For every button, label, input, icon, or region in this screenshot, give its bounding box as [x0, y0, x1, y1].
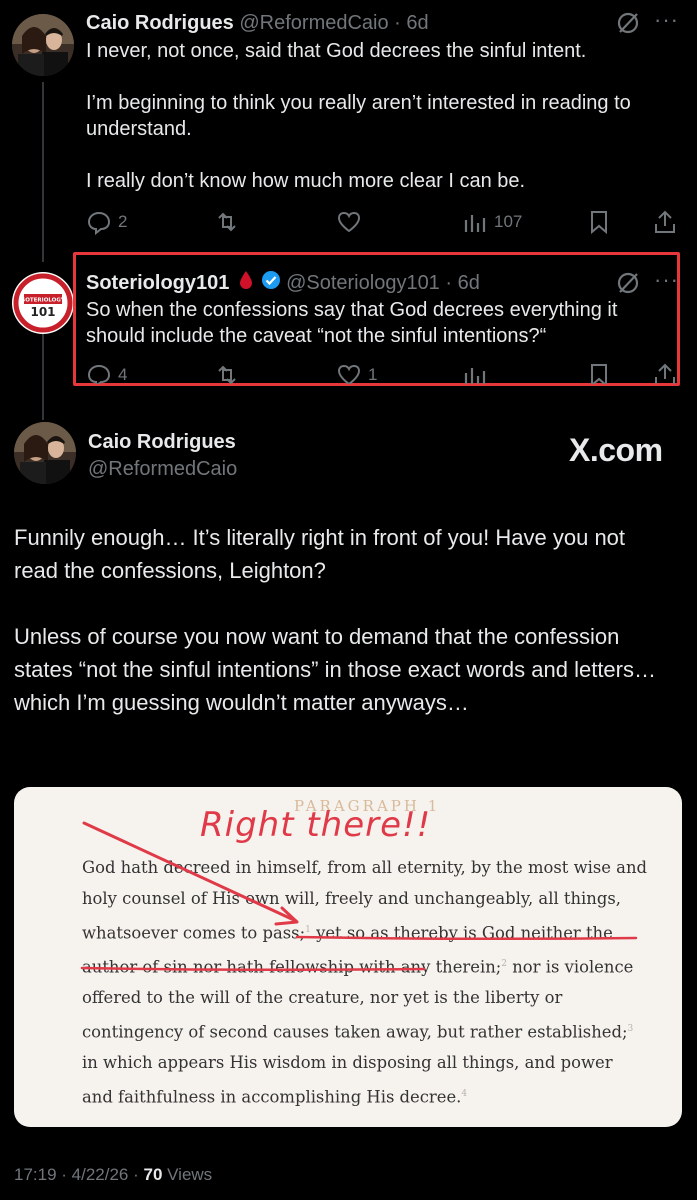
author-name[interactable]: Soteriology101	[86, 272, 229, 294]
author-handle[interactable]: @ReformedCaio · 6d	[239, 12, 428, 34]
retweet-icon	[218, 365, 236, 384]
grok-icon[interactable]	[615, 270, 641, 296]
main-tweet-text: Funnily enough… It’s literally right in …	[14, 521, 674, 719]
share-icon	[655, 363, 675, 384]
like-button[interactable]: 1	[336, 360, 377, 384]
views-button[interactable]: 107	[462, 207, 522, 237]
views-button[interactable]	[462, 360, 488, 384]
reply-icon	[87, 211, 111, 235]
thread-line	[42, 332, 44, 420]
xcom-watermark: X.com	[569, 432, 663, 468]
views-count: 107	[494, 212, 523, 231]
share-button[interactable]	[652, 207, 678, 237]
annotation-overlay	[80, 821, 638, 972]
retweet-icon	[218, 212, 236, 232]
author-handle[interactable]: @Soteriology101 · 6d	[286, 272, 480, 294]
author-name[interactable]: Caio Rodrigues	[86, 12, 234, 34]
tweet-actions: 2 107	[86, 207, 686, 237]
share-icon	[655, 210, 675, 233]
thread-line	[42, 82, 44, 262]
avatar-top-text: SOTERIOLOGY	[21, 298, 65, 304]
tweet-paragraph: I never, not once, said that God decrees…	[86, 40, 587, 62]
retweet-button[interactable]	[214, 360, 240, 384]
tweet-footer: 17:19 · 4/22/26 · 70 Views	[14, 1165, 212, 1185]
bookmark-button[interactable]	[586, 360, 612, 384]
more-icon[interactable]: ···	[654, 9, 680, 36]
reply-button[interactable]: 4	[86, 360, 127, 384]
bookmark-button[interactable]	[586, 207, 612, 237]
tweet-header: Caio Rodrigues @ReformedCaio · 6d	[86, 10, 429, 36]
like-count: 1	[368, 365, 378, 384]
more-icon[interactable]: ···	[654, 269, 680, 296]
tweet-paragraph: I really don’t know how much more clear …	[86, 170, 526, 192]
bookmark-icon	[591, 211, 607, 235]
tweet-header: Soteriology101 @Soteriology101 · 6d	[86, 270, 480, 297]
reply-button[interactable]: 2	[86, 207, 127, 237]
main-author-handle[interactable]: @ReformedCaio	[88, 458, 237, 481]
views-icon	[464, 215, 486, 232]
bookmark-icon	[591, 364, 607, 384]
avatar[interactable]: SOTERIOLOGY 101	[12, 272, 74, 334]
reply-count: 2	[118, 212, 128, 231]
like-icon	[337, 364, 361, 384]
views-label: Views	[162, 1165, 213, 1184]
tweet-actions: 4 1	[86, 360, 676, 384]
verified-icon	[261, 270, 281, 297]
retweet-button[interactable]	[214, 207, 240, 237]
views-icon	[464, 368, 486, 384]
attached-image[interactable]: PARAGRAPH 1 Right there!! God hath decre…	[14, 787, 682, 1127]
like-button[interactable]	[336, 207, 362, 237]
reply-icon	[87, 364, 111, 384]
tweet-paragraph: I’m beginning to think you really aren’t…	[86, 92, 631, 140]
avatar[interactable]	[12, 14, 74, 76]
tweet-text: I never, not once, said that God decrees…	[86, 38, 686, 194]
avatar[interactable]	[14, 422, 76, 484]
grok-icon[interactable]	[615, 10, 641, 36]
share-button[interactable]	[652, 360, 676, 384]
tweet-text: So when the confessions say that God dec…	[86, 299, 618, 347]
blood-drop-icon	[239, 270, 253, 297]
views-count: 70	[143, 1165, 163, 1184]
avatar-label: 101	[30, 305, 55, 319]
main-paragraph: Unless of course you now want to demand …	[14, 624, 656, 715]
timestamp[interactable]: 17:19 · 4/22/26 ·	[14, 1165, 143, 1184]
main-paragraph: Funnily enough… It’s literally right in …	[14, 525, 626, 583]
like-icon	[337, 211, 361, 233]
reply-count: 4	[118, 365, 128, 384]
main-author-name[interactable]: Caio Rodrigues	[88, 431, 236, 454]
